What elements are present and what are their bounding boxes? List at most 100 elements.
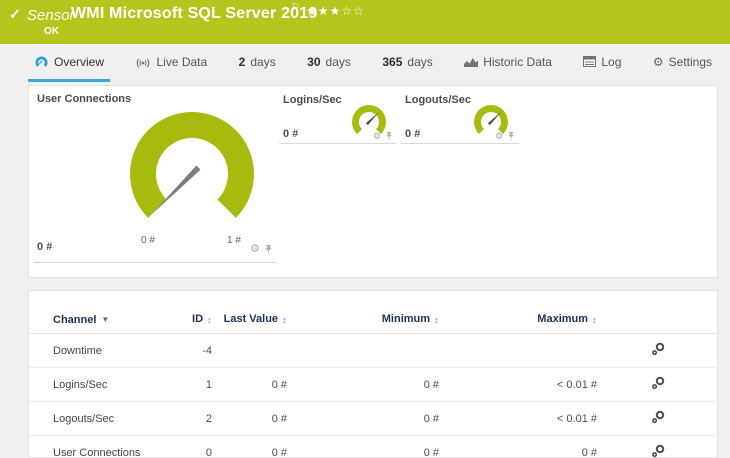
gauge-title-user-connections: User Connections — [37, 93, 132, 105]
channel-name: Logins/Sec — [29, 367, 169, 402]
channel-name: User Connections — [29, 435, 169, 458]
gauge-icon — [35, 55, 48, 67]
tab-label: days — [407, 54, 433, 69]
channel-maximum: 0 # — [441, 435, 599, 458]
pin-icon[interactable] — [264, 244, 273, 255]
user-connections-gauge — [130, 111, 254, 218]
user-connections-value: 0 # — [37, 241, 53, 253]
channel-id: 0 — [169, 435, 214, 458]
gauge-scale-max: 1 # — [227, 235, 241, 246]
tab-number: 365 — [382, 54, 403, 69]
logins-value: 0 # — [283, 128, 299, 140]
divider — [401, 143, 519, 144]
channel-minimum: 0 # — [289, 401, 441, 436]
channel-id: 2 — [169, 401, 214, 436]
gauge-needle — [365, 111, 380, 126]
channel-maximum: < 0.01 # — [441, 401, 599, 436]
table-header-row: Channel ▼ ID ▲ ▼ Last Value ▲ ▼ Minimum ▲ ▼ Max… — [29, 291, 719, 334]
table-row-logins[interactable]: Logins/Sec 1 0 # 0 # < 0.01 # — [29, 367, 719, 402]
star-icon[interactable]: ★ — [306, 4, 318, 18]
gauge-toolbar: ⚙ — [250, 244, 273, 255]
tab-label: Live Data — [156, 54, 208, 69]
channel-settings-icon[interactable] — [651, 376, 665, 393]
channel-settings-icon[interactable] — [651, 410, 665, 427]
column-header-last-value[interactable]: Last Value ▲ ▼ — [214, 291, 289, 334]
sort-icon[interactable]: ▲ ▼ — [592, 317, 597, 326]
tab-settings[interactable]: ⚙ Settings — [647, 44, 718, 82]
status-badge: OK — [44, 26, 59, 37]
column-header-actions — [599, 291, 719, 334]
priority-rating[interactable]: ★★★☆☆ — [306, 4, 365, 18]
gauges-panel: User Connections 0 # 1 # 0 # ⚙ Logins/Se… — [28, 85, 718, 278]
channel-minimum: 0 # — [289, 367, 441, 402]
gear-icon[interactable]: ⚙ — [250, 244, 260, 255]
gear-icon[interactable]: ⚙ — [373, 131, 381, 141]
star-icon[interactable]: ☆ — [353, 4, 365, 18]
tab-label: Overview — [54, 54, 105, 69]
gauge-needle — [487, 111, 502, 126]
column-label: Last Value — [223, 313, 279, 325]
logouts-value: 0 # — [405, 128, 421, 140]
channel-last-value: 0 # — [214, 367, 289, 402]
sort-icon[interactable]: ▲ ▼ — [207, 317, 212, 326]
tab-historic-data[interactable]: Historic Data — [458, 44, 558, 82]
gear-icon[interactable]: ⚙ — [495, 131, 503, 141]
column-header-minimum[interactable]: Minimum ▲ ▼ — [289, 291, 441, 334]
sort-icon[interactable]: ▲ ▼ — [282, 317, 287, 326]
channel-maximum — [441, 333, 599, 368]
channels-panel: Channel ▼ ID ▲ ▼ Last Value ▲ ▼ Minimum ▲ ▼ Max… — [28, 290, 719, 458]
channel-last-value: 0 # — [214, 435, 289, 458]
tab-label: days — [250, 54, 276, 69]
gear-icon: ⚙ — [652, 54, 664, 69]
channel-name: Downtime — [29, 333, 169, 368]
gauge-scale-min: 0 # — [141, 235, 155, 246]
channel-maximum: < 0.01 # — [441, 367, 599, 402]
sort-icon[interactable]: ▲ ▼ — [434, 317, 439, 326]
star-icon[interactable]: ☆ — [341, 4, 353, 18]
table-row-user-connections[interactable]: User Connections 0 0 # 0 # 0 # — [29, 435, 719, 458]
tab-log[interactable]: Log — [577, 44, 627, 82]
column-label: Maximum — [537, 313, 589, 325]
tab-live-data[interactable]: Live Data — [129, 44, 213, 82]
broadcast-icon — [137, 58, 150, 68]
column-label: Channel — [53, 314, 97, 326]
tab-bar: Overview Live Data 2 days 30 days 365 da… — [28, 44, 718, 82]
caret-down-icon[interactable]: ▼ — [101, 315, 109, 324]
sensor-header: ✓ Sensor WMI Microsoft SQL Server 2019 ⚐… — [0, 0, 730, 44]
channel-minimum — [289, 333, 441, 368]
sensor-kind-label: Sensor — [27, 7, 75, 24]
pin-icon[interactable] — [507, 131, 515, 141]
gauge-title-logouts: Logouts/Sec — [405, 94, 472, 106]
table-row-logouts[interactable]: Logouts/Sec 2 0 # 0 # < 0.01 # — [29, 401, 719, 436]
column-header-channel[interactable]: Channel ▼ — [29, 291, 169, 334]
channel-id: 1 — [169, 367, 214, 402]
gauge-toolbar: ⚙ — [495, 131, 515, 141]
table-row-downtime[interactable]: Downtime -4 — [29, 333, 719, 368]
channel-settings-icon[interactable] — [651, 342, 665, 359]
column-header-id[interactable]: ID ▲ ▼ — [169, 291, 214, 334]
tab-label: Settings — [668, 54, 712, 69]
channel-last-value — [214, 333, 289, 368]
column-label: Minimum — [381, 313, 431, 325]
pin-icon[interactable] — [385, 131, 393, 141]
channel-id: -4 — [169, 333, 214, 368]
tab-30-days[interactable]: 30 days — [301, 44, 357, 82]
tab-2-days[interactable]: 2 days — [233, 44, 282, 82]
tab-overview[interactable]: Overview — [28, 44, 111, 82]
tab-number: 30 — [307, 54, 321, 69]
gauge-toolbar: ⚙ — [373, 131, 393, 141]
channel-name: Logouts/Sec — [29, 401, 169, 436]
divider — [34, 262, 276, 263]
star-icon[interactable]: ★ — [318, 4, 330, 18]
star-icon[interactable]: ★ — [330, 4, 342, 18]
channels-table: Channel ▼ ID ▲ ▼ Last Value ▲ ▼ Minimum ▲ ▼ Max… — [29, 291, 719, 458]
channel-settings-icon[interactable] — [651, 444, 665, 458]
prtg-sensor-page: ✓ Sensor WMI Microsoft SQL Server 2019 ⚐… — [0, 0, 730, 458]
tab-label: days — [325, 54, 351, 69]
column-label: ID — [192, 313, 204, 325]
flag-icon[interactable]: ⚐ — [291, 2, 300, 13]
tab-label: Log — [601, 54, 622, 69]
sensor-title: WMI Microsoft SQL Server 2019 — [71, 5, 318, 22]
column-header-maximum[interactable]: Maximum ▲ ▼ — [441, 291, 599, 334]
tab-365-days[interactable]: 365 days — [376, 44, 438, 82]
